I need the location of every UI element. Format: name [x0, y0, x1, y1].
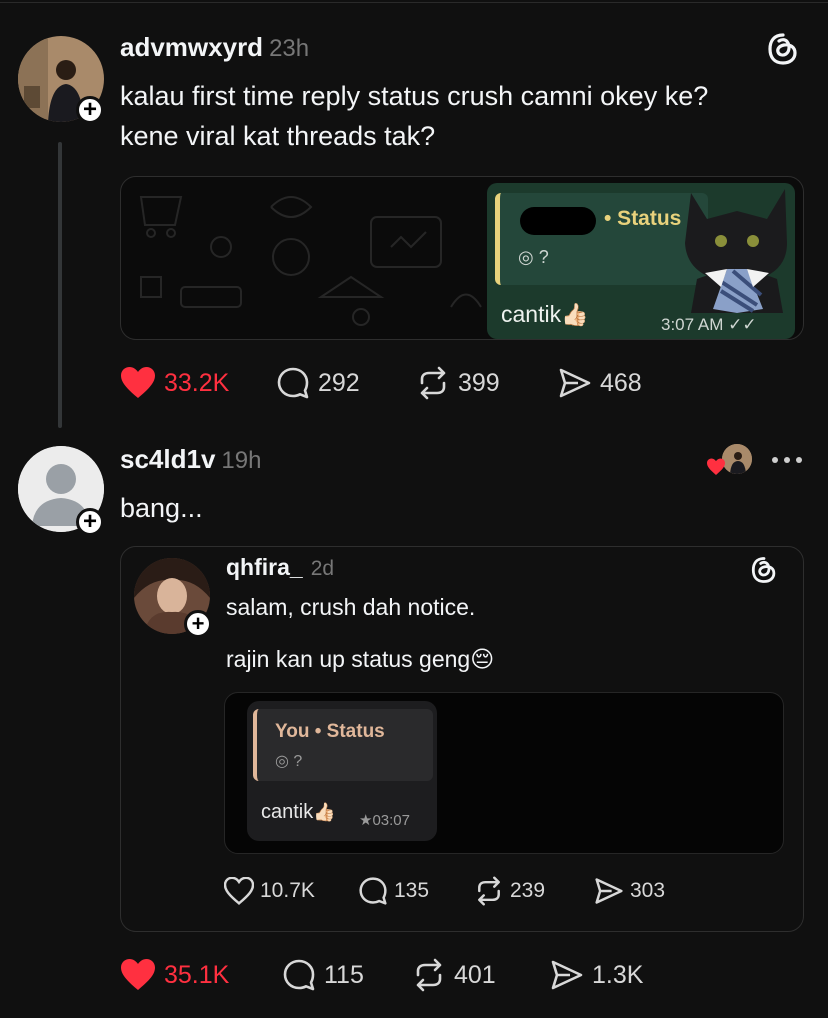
quoted-line2-row: rajin kan up status geng😔	[226, 646, 494, 673]
post1-actions: 33.2K 292 399 468	[120, 366, 642, 400]
more-icon[interactable]	[770, 448, 804, 472]
status-ring-icon: ◎	[518, 247, 534, 267]
post1-header: advmwxyrd 23h	[120, 32, 309, 63]
post2-text: bang...	[120, 493, 203, 523]
whatsapp-reply-bubble: You • Status ◎ ? cantik👍🏻 ★03:07	[247, 701, 437, 841]
post1-repost-count: 399	[458, 368, 500, 397]
post2-like-count: 35.1K	[164, 960, 230, 989]
quoted-like-button[interactable]: 10.7K	[224, 877, 358, 905]
comment-icon	[359, 877, 387, 905]
post2-repost-button[interactable]: 401	[412, 958, 550, 992]
post1-media-image[interactable]: • Status ◎ ? cantik👍🏻 3:07 AM ✓✓	[120, 176, 804, 340]
reply-header: You • Status	[275, 721, 385, 742]
comment-icon	[277, 367, 309, 399]
reply-message-text: cantik	[261, 801, 314, 823]
redacted-name	[520, 207, 596, 235]
post1-comment-count: 292	[318, 368, 360, 397]
post2-header: sc4ld1v 19h	[120, 444, 261, 475]
quoted-repost-count: 239	[510, 879, 546, 902]
repost-icon	[416, 958, 442, 992]
post2-time: 19h	[221, 447, 262, 474]
reply-message-row: cantik👍🏻	[261, 801, 336, 824]
message-row: cantik👍🏻	[501, 301, 589, 328]
quoted-repost-button[interactable]: 239	[474, 876, 594, 906]
reply-timestamp: ★03:07	[359, 812, 410, 829]
post2-comment-button[interactable]: 115	[282, 958, 412, 992]
repost-icon	[478, 876, 500, 906]
post2-follow-plus-icon[interactable]: +	[76, 508, 104, 536]
post2-comment-count: 115	[324, 960, 364, 989]
share-icon	[559, 368, 591, 398]
heart-filled-icon	[121, 367, 155, 398]
post1-like-button[interactable]: 33.2K	[120, 366, 276, 400]
post1-share-count: 468	[600, 368, 642, 397]
thumbs-up-icon: 👍🏻	[561, 302, 589, 327]
quoted-follow-plus-icon[interactable]: +	[184, 610, 212, 638]
whatsapp-status-bubble: • Status ◎ ? cantik👍🏻 3:07 AM ✓✓	[487, 183, 795, 339]
quoted-threads-logo-icon[interactable]	[750, 556, 778, 584]
quoted-time: 2d	[310, 557, 335, 580]
threads-logo-icon[interactable]	[766, 32, 800, 66]
comment-icon	[283, 959, 315, 991]
author-mini-avatar	[722, 444, 752, 474]
mini-heart-icon	[707, 458, 725, 475]
pensive-emoji-icon: 😔	[470, 646, 495, 672]
thread-connector-line	[58, 142, 62, 428]
post1-username[interactable]: advmwxyrd	[120, 32, 263, 62]
status-sub: ◎ ?	[518, 247, 549, 267]
post2-share-count: 1.3K	[592, 960, 644, 989]
quoted-username[interactable]: qhfira_	[226, 554, 303, 580]
reply-sub: ◎ ?	[275, 753, 303, 770]
quoted-header: qhfira_ 2d	[226, 554, 334, 581]
post2-share-button[interactable]: 1.3K	[550, 958, 643, 992]
top-divider	[0, 2, 828, 3]
post2-like-button[interactable]: 35.1K	[120, 958, 282, 992]
post1-like-count: 33.2K	[164, 368, 230, 397]
message-text: cantik	[501, 301, 562, 327]
share-icon	[595, 878, 623, 904]
share-icon	[551, 960, 583, 990]
heart-icon	[224, 877, 254, 905]
post1-text-line2: kene viral kat threads tak?	[120, 121, 436, 151]
quoted-actions: 10.7K 135 239 303	[224, 876, 665, 906]
quoted-share-count: 303	[630, 879, 666, 902]
repost-icon	[420, 366, 446, 400]
post1-time: 23h	[269, 35, 310, 62]
quoted-share-button[interactable]: 303	[594, 876, 665, 906]
quoted-media-image[interactable]: You • Status ◎ ? cantik👍🏻 ★03:07	[224, 692, 784, 854]
post1-share-button[interactable]: 468	[558, 366, 642, 400]
post1-text-line1: kalau first time reply status crush camn…	[120, 81, 709, 111]
post1-repost-button[interactable]: 399	[416, 366, 558, 400]
post1-body: kalau first time reply status crush camn…	[120, 76, 810, 156]
reply-thumbs-up-icon: 👍🏻	[313, 802, 336, 822]
post1-comment-button[interactable]: 292	[276, 366, 416, 400]
post2-actions: 35.1K 115 401 1.3K	[120, 958, 643, 992]
status-ring-icon-small: ◎	[275, 753, 289, 770]
quoted-line1: salam, crush dah notice.	[226, 594, 476, 620]
quoted-like-count: 10.7K	[260, 879, 315, 902]
reply-quote-box: You • Status ◎ ?	[253, 709, 433, 781]
message-timestamp: 3:07 AM ✓✓	[661, 315, 757, 334]
post2-repost-count: 401	[454, 960, 496, 989]
double-check-icon: ✓✓	[728, 315, 757, 334]
quoted-line2: rajin kan up status geng	[226, 646, 471, 672]
cat-sticker	[685, 189, 787, 313]
heart-filled-icon	[121, 959, 155, 990]
post1-follow-plus-icon[interactable]: +	[76, 96, 104, 124]
liked-by-author-indicator	[706, 442, 754, 478]
quoted-comment-count: 135	[394, 879, 430, 902]
status-label: • Status	[604, 207, 682, 230]
post2-username[interactable]: sc4ld1v	[120, 444, 215, 474]
quoted-comment-button[interactable]: 135	[358, 876, 474, 906]
